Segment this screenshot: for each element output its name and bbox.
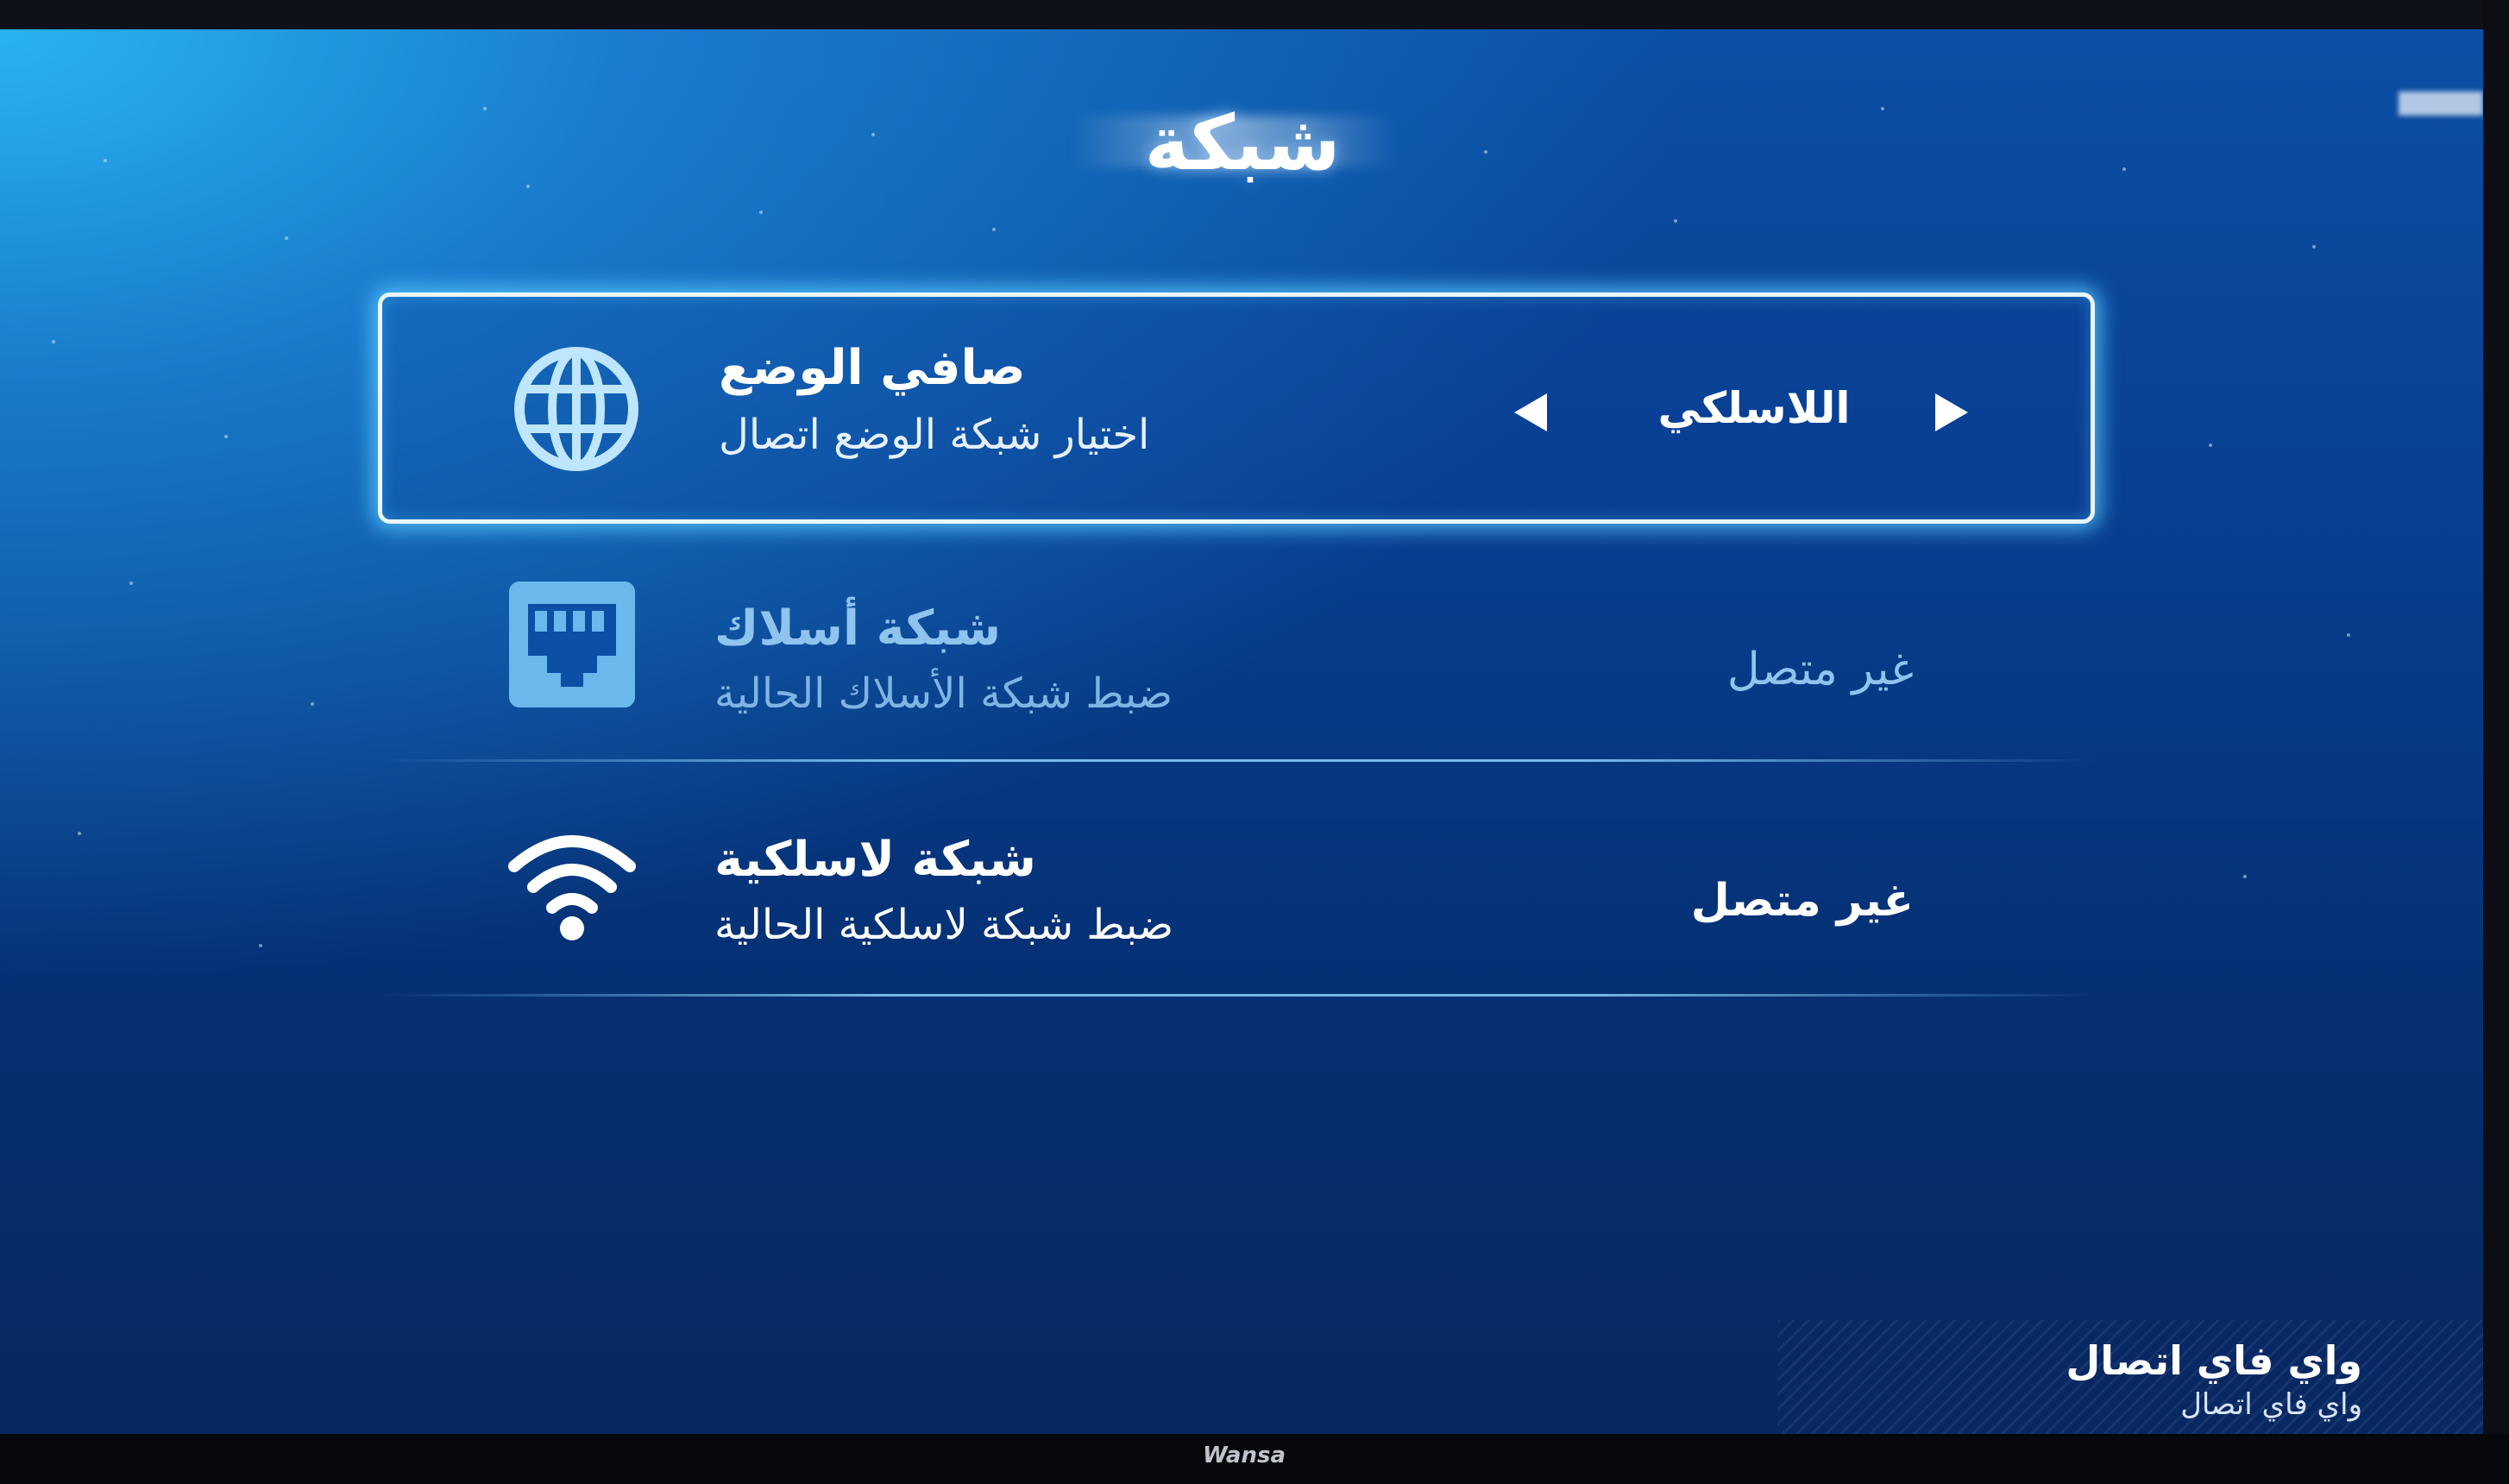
menu-item-network-mode[interactable]: صافي الوضع اختيار شبكة الوضع اتصال اللاس… <box>378 292 2095 524</box>
hint-panel: واي فاي اتصال واي فاي اتصال <box>1777 1320 2483 1434</box>
menu-item-subtitle: ضبط شبكة الأسلاك الحالية <box>714 670 1173 718</box>
star-particle <box>2209 443 2212 447</box>
tv-bezel-top <box>0 0 2509 29</box>
tv-bezel-right <box>2483 0 2509 1484</box>
hint-title: واي فاي اتصال <box>2066 1337 2362 1384</box>
network-mode-value: اللاسلكي <box>1657 383 1851 433</box>
star-particle <box>1881 107 1884 110</box>
star-particle <box>259 944 262 947</box>
star-particle <box>285 236 288 240</box>
hint-subtitle: واي فاي اتصال <box>2180 1387 2362 1422</box>
star-particle <box>526 185 530 188</box>
star-particle <box>871 133 875 136</box>
menu-item-subtitle: اختيار شبكة الوضع اتصال <box>719 411 1150 459</box>
tv-screen: شبكة صافي الوضع اختيار شبكة الوضع اتصال … <box>0 29 2483 1434</box>
wifi-icon <box>507 821 637 951</box>
star-particle <box>1674 219 1677 223</box>
menu-item-wired-network[interactable]: شبكة أسلاك ضبط شبكة الأسلاك الحالية غير … <box>378 547 2095 780</box>
menu-divider <box>380 994 2097 997</box>
menu-item-title: صافي الوضع <box>719 340 1026 396</box>
connection-status: غير متصل <box>1690 875 1914 927</box>
star-particle <box>52 340 55 343</box>
page-title: شبكة <box>1144 98 1341 187</box>
star-particle <box>311 702 314 706</box>
screen-glare <box>2399 91 2483 116</box>
brand-logo: Wansa <box>1203 1443 1286 1468</box>
menu-divider <box>380 759 2097 762</box>
star-particle <box>1484 150 1487 154</box>
star-particle <box>2122 167 2126 171</box>
star-particle <box>2312 245 2316 248</box>
star-particle <box>2347 633 2350 637</box>
menu-item-wireless-network[interactable]: شبكة لاسلكية ضبط شبكة لاسلكية الحالية غي… <box>378 780 2095 1013</box>
star-particle <box>483 107 487 110</box>
menu-item-title: شبكة لاسلكية <box>714 832 1036 888</box>
star-particle <box>759 211 763 214</box>
ethernet-port-icon <box>507 580 637 709</box>
globe-icon <box>512 344 641 474</box>
menu-item-title: شبكة أسلاك <box>714 601 1002 657</box>
star-particle <box>129 582 133 585</box>
star-particle <box>78 832 81 835</box>
star-particle <box>104 159 107 162</box>
arrow-left-icon[interactable] <box>1514 393 1547 431</box>
arrow-right-icon[interactable] <box>1935 393 1968 431</box>
connection-status: غير متصل <box>1726 644 1914 695</box>
star-particle <box>2243 875 2247 878</box>
star-particle <box>224 435 228 438</box>
star-particle <box>992 228 996 231</box>
menu-item-subtitle: ضبط شبكة لاسلكية الحالية <box>714 901 1174 949</box>
